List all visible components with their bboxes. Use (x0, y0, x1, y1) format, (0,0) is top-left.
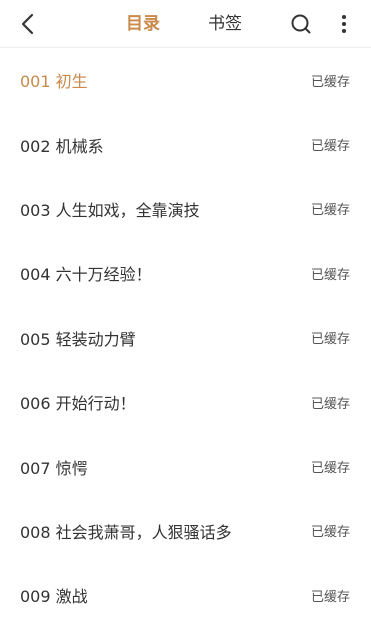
chapter-title: 004 六十万经验！ (20, 265, 152, 285)
chapter-row[interactable]: 008 社会我萧哥，人狠骚话多 已缓存 (0, 499, 371, 563)
chapter-title: 009 激战 (20, 587, 88, 607)
chapter-title: 005 轻装动力臂 (20, 329, 136, 349)
cache-status: 已缓存 (310, 461, 350, 477)
chapter-row[interactable]: 002 机械系 已缓存 (0, 112, 371, 176)
chapter-row[interactable]: 006 开始行动！ 已缓存 (0, 370, 371, 434)
cache-status: 已缓存 (310, 525, 350, 541)
cache-status: 已缓存 (310, 74, 350, 90)
chapter-title: 002 机械系 (20, 136, 104, 156)
chapter-title: 006 开始行动！ (20, 394, 136, 414)
chapter-title: 008 社会我萧哥，人狠骚话多 (20, 522, 232, 542)
more-options-button[interactable] (333, 10, 355, 38)
chapter-row[interactable]: 009 激战 已缓存 (0, 563, 371, 627)
chapter-row[interactable]: 001 初生 已缓存 (0, 48, 371, 112)
cache-status: 已缓存 (310, 332, 350, 348)
chapter-list: 001 初生 已缓存 002 机械系 已缓存 003 人生如戏，全靠演技 已缓存… (0, 48, 371, 628)
cache-status: 已缓存 (310, 396, 350, 412)
tab-bookmarks[interactable]: 书签 (208, 11, 242, 37)
cache-status: 已缓存 (310, 267, 350, 283)
more-vertical-icon (342, 15, 346, 33)
chapter-row[interactable]: 004 六十万经验！ 已缓存 (0, 241, 371, 305)
chapter-title: 001 初生 (20, 72, 88, 92)
chapter-row[interactable]: 007 惊愕 已缓存 (0, 434, 371, 498)
cache-status: 已缓存 (310, 139, 350, 155)
cache-status: 已缓存 (310, 203, 350, 219)
chapter-title: 003 人生如戏，全靠演技 (20, 200, 200, 220)
back-button[interactable] (14, 10, 42, 38)
tab-contents[interactable]: 目录 (126, 11, 160, 37)
top-bar: 目录 书签 (0, 0, 371, 48)
cache-status: 已缓存 (310, 589, 350, 605)
chapter-row[interactable]: 003 人生如戏，全靠演技 已缓存 (0, 177, 371, 241)
search-icon (291, 14, 311, 34)
chevron-left-icon (21, 13, 34, 35)
chapter-title: 007 惊愕 (20, 458, 88, 478)
chapter-row[interactable]: 005 轻装动力臂 已缓存 (0, 306, 371, 370)
search-button[interactable] (287, 10, 315, 38)
